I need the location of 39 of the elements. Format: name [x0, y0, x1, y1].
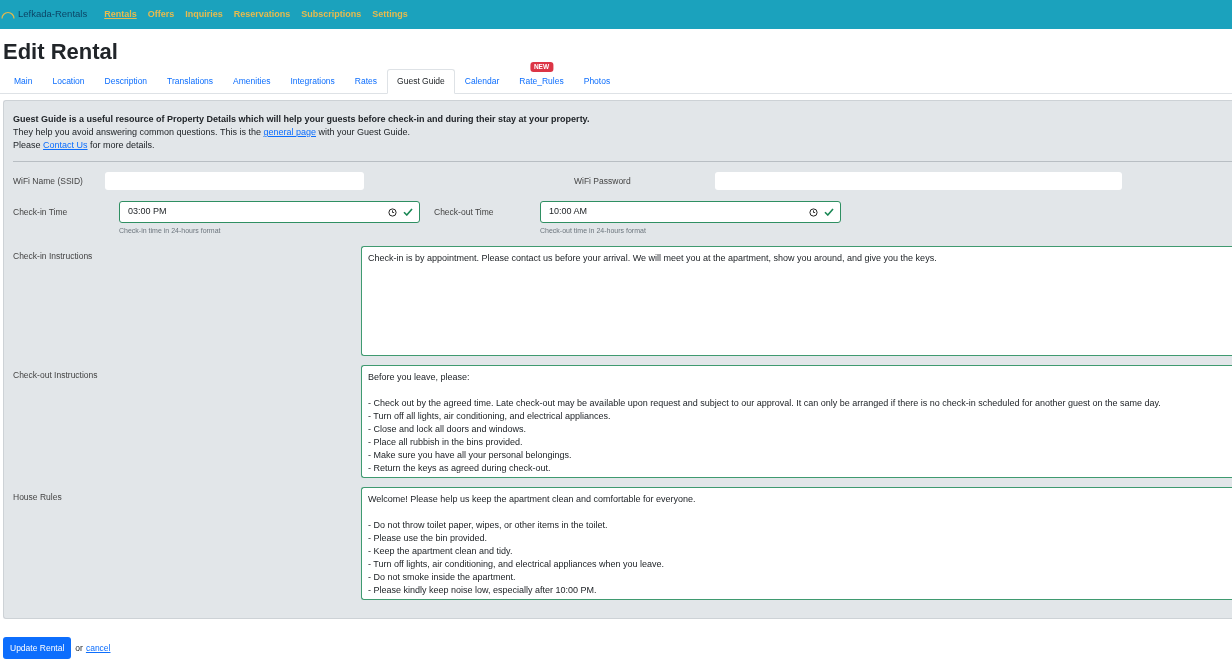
time-field[interactable]: 10:00 AM	[540, 201, 841, 223]
tab[interactable]: Translations	[157, 69, 224, 94]
textarea-field[interactable]: Before you leave, please: - Check out by the agreed time. Late check-out may be available upon request and subject to our approval. It can only be arranged if there is no check-in scheduled for another guest on the same day. - Turn off all lights, air conditioning, and electrical appliances. - Close and lock all doors and windows. - Place all rubbish in the bins provided. - Make sure you have all your personal belongings. - Return the keys as agreed during check-out.	[361, 365, 1232, 478]
time-field[interactable]: 03:00 PM	[119, 201, 420, 223]
cancel-link[interactable]: cancel	[85, 641, 111, 655]
page-title: Edit Rental	[3, 38, 118, 66]
tab[interactable]: Location	[42, 69, 95, 94]
check-icon	[403, 208, 413, 216]
tab[interactable]: Amenities	[223, 69, 281, 94]
text-input[interactable]	[105, 172, 364, 190]
textarea-field[interactable]: Check-in is by appointment. Please contact us before your arrival. We will meet you at the apartment, show you around, and give you the keys.	[361, 246, 1232, 356]
intro-text: Please Contact Us for more details.	[13, 139, 156, 152]
tab[interactable]: Photos	[573, 69, 621, 94]
tab[interactable]: Integrations	[280, 69, 345, 94]
or-text: or	[75, 641, 83, 655]
intro-text: They help you avoid answering common questions. This is the general page with your Guest Guide.	[13, 126, 412, 139]
intro-heading: Guest Guide is a useful resource of Property Details which will help your guests before check-in and during their stay at your property.	[13, 113, 591, 126]
field-label: Check-out Instructions	[13, 369, 99, 382]
inline-link[interactable]: general page	[263, 127, 316, 137]
clock-icon	[809, 207, 818, 217]
field-label: Check-out Time	[434, 205, 495, 219]
brand-link[interactable]: Lefkada-Rentals	[1, 7, 88, 22]
text-input[interactable]	[715, 172, 1122, 190]
tab[interactable]: Rates	[344, 69, 388, 94]
check-icon	[824, 208, 834, 216]
field-label: WiFi Password	[574, 174, 632, 188]
arc-logo-icon	[1, 10, 15, 19]
field-label: Check-in Instructions	[13, 250, 94, 263]
field-label: Check-in Time	[13, 205, 69, 219]
tab[interactable]: Main	[4, 69, 43, 94]
clock-icon	[388, 207, 397, 217]
tab[interactable]: Calendar	[454, 69, 510, 94]
update-rental-button[interactable]: Update Rental	[3, 637, 72, 659]
textarea-field[interactable]: Welcome! Please help us keep the apartment clean and comfortable for everyone. - Do not throw toilet paper, wipes, or other items in the toilet. - Please use the bin provided. - Keep the apartment clean and tidy. - Turn off lights, air conditioning, and electrical appliances when you leave. - Do not smoke inside the apartment. - Please kindly keep noise low, especially after 10:00 PM.	[361, 487, 1232, 600]
field-label: WiFi Name (SSID)	[13, 174, 84, 188]
tab[interactable]: Description	[94, 69, 158, 94]
field-label: House Rules	[13, 491, 63, 504]
inline-link[interactable]: Contact Us	[43, 140, 88, 150]
tab[interactable]: Guest Guide	[387, 69, 455, 94]
